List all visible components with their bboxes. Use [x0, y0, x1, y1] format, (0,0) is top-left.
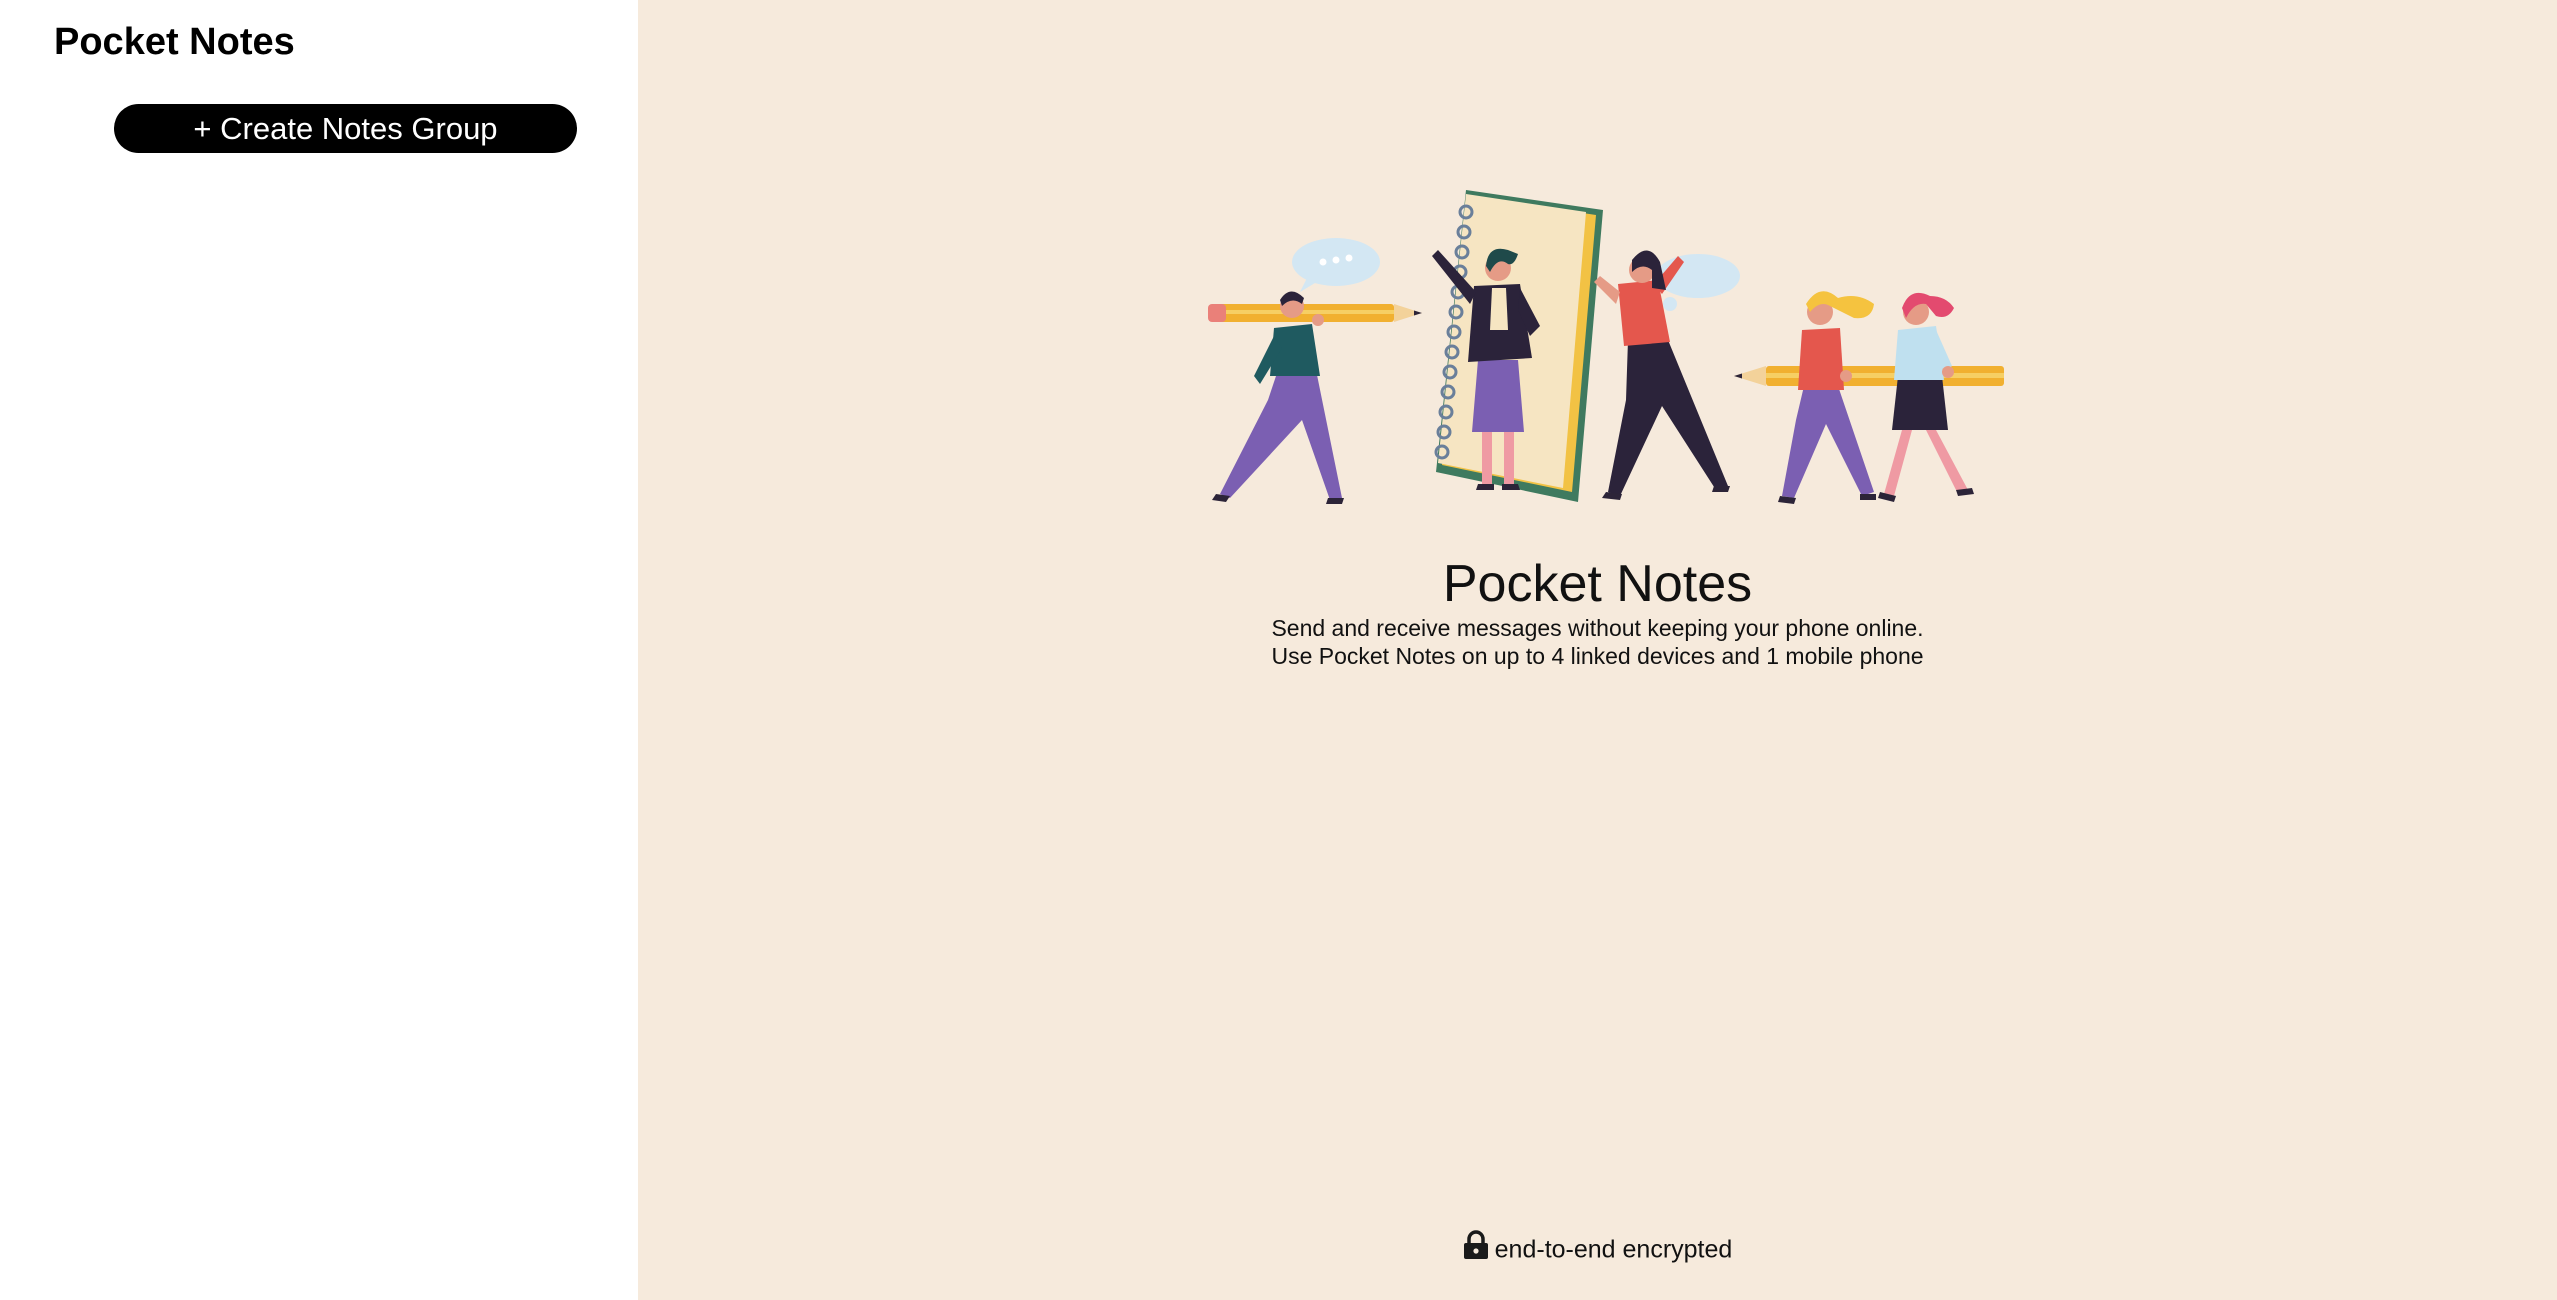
- description-line-1: Send and receive messages without keepin…: [1271, 615, 1924, 641]
- hand-carrier1: [1840, 370, 1852, 382]
- walker-shoe-right: [1712, 486, 1730, 492]
- walker-arm-left: [1594, 276, 1620, 304]
- encryption-text: end-to-end encrypted: [1494, 1235, 1733, 1264]
- bubble-dot-2: [1332, 256, 1340, 264]
- bubble-dot-1: [1319, 258, 1327, 266]
- carrier2-skirt: [1892, 376, 1948, 430]
- encryption-notice: end-to-end encrypted: [638, 1228, 2557, 1269]
- man-legs: [1220, 370, 1342, 500]
- walker-legs: [1608, 340, 1728, 496]
- woman-shoe-right: [1502, 484, 1520, 490]
- app-window: Pocket Notes + Create Notes Group Pocket…: [0, 0, 2557, 1300]
- bubble-dot-3: [1345, 254, 1353, 262]
- notes-illustration: [1208, 190, 2004, 504]
- woman-shirt: [1490, 288, 1508, 330]
- pencil-left-lead: [1414, 310, 1422, 316]
- hand-carrier2: [1942, 366, 1954, 378]
- carrier1-legs: [1782, 386, 1874, 498]
- create-notes-group-button[interactable]: + Create Notes Group: [114, 104, 577, 153]
- main-panel: Pocket Notes Send and receive messages w…: [638, 0, 2557, 1300]
- main-title: Pocket Notes: [1442, 555, 1753, 613]
- woman-skirt: [1472, 360, 1524, 432]
- pencil-left-eraser: [1208, 304, 1226, 322]
- bubble-tail-dot: [1663, 297, 1677, 311]
- sidebar-title: Pocket Notes: [54, 21, 295, 63]
- lock-icon: [1463, 1230, 1488, 1260]
- description-line-2: Use Pocket Notes on up to 4 linked devic…: [1271, 643, 1924, 669]
- carrier1-shoe-right: [1860, 494, 1876, 500]
- woman-leg-left: [1482, 432, 1492, 486]
- sidebar: Pocket Notes + Create Notes Group: [0, 0, 638, 1300]
- carrier2-leg-right: [1926, 430, 1968, 494]
- pencil-left-stripe: [1216, 310, 1394, 314]
- woman-leg-right: [1504, 432, 1514, 486]
- hand-man: [1312, 314, 1324, 326]
- carrier1-top: [1798, 328, 1844, 390]
- pencil-right-lead: [1734, 373, 1742, 379]
- carrier2-leg-left: [1884, 430, 1912, 496]
- woman-shoe-left: [1476, 484, 1494, 490]
- man-shoe-right: [1326, 498, 1344, 504]
